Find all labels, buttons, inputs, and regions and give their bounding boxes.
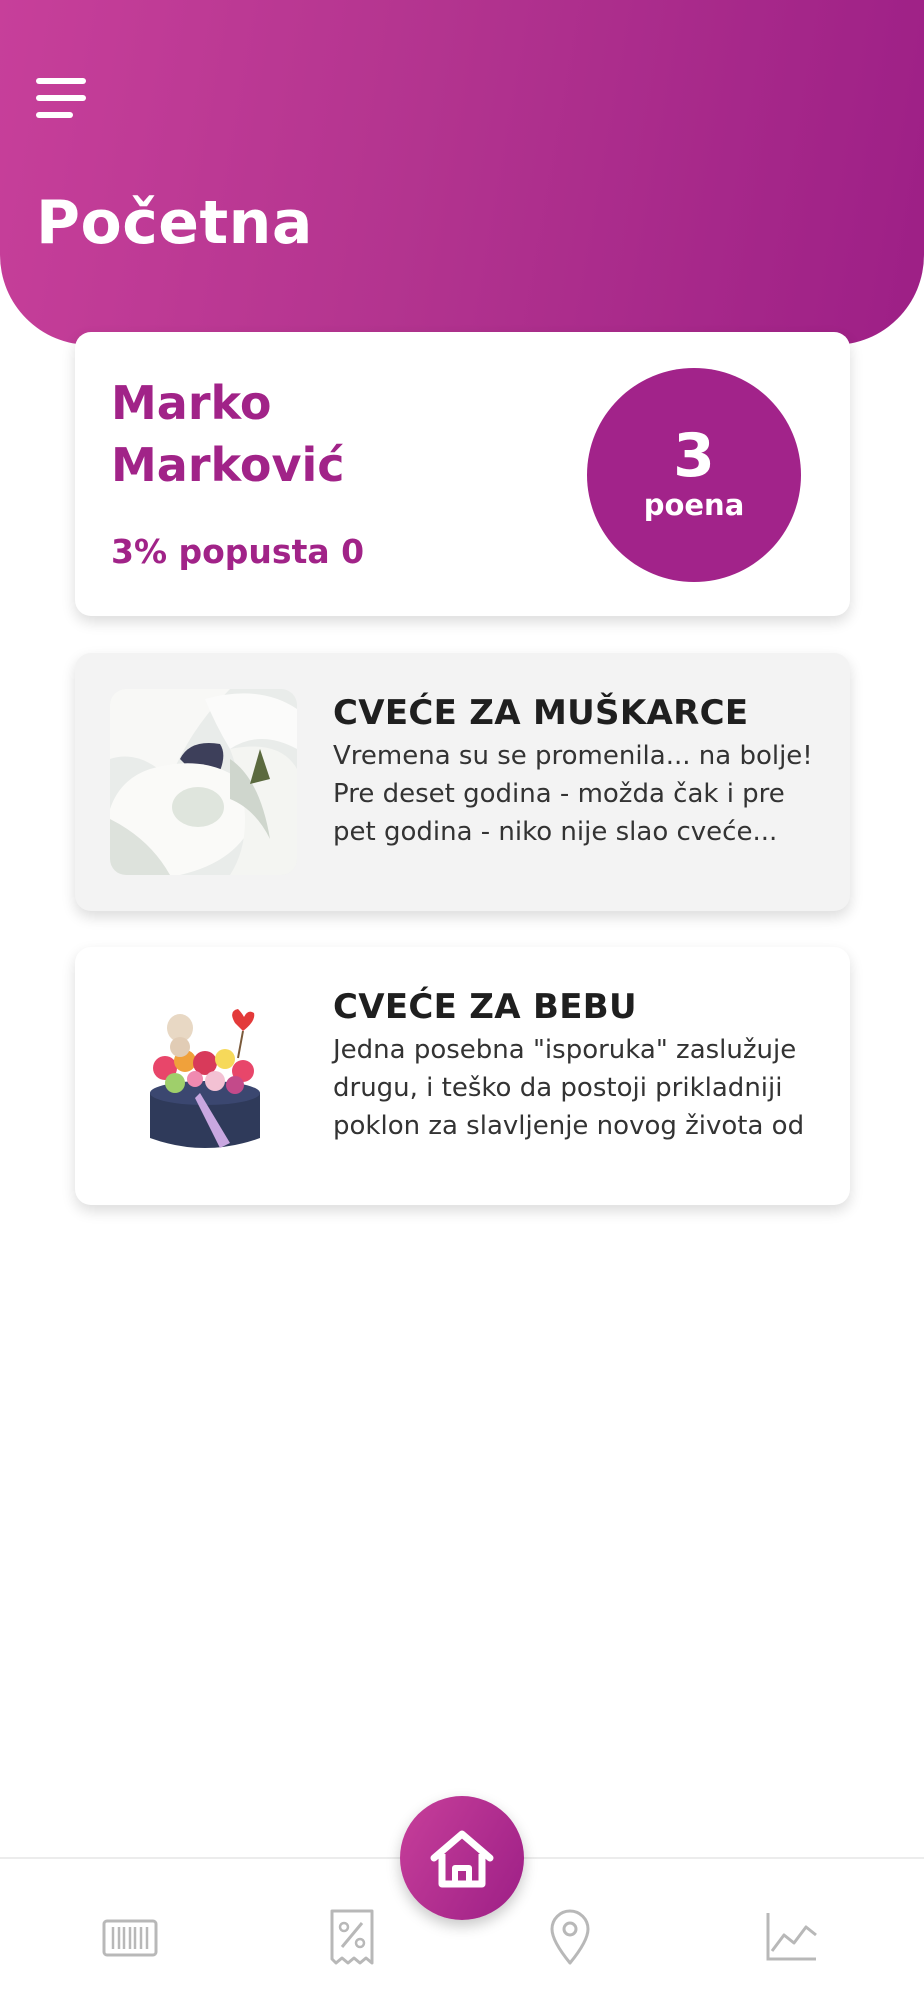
points-label: poena <box>643 488 745 522</box>
location-pin-icon[interactable] <box>540 1907 600 1967</box>
article-thumbnail <box>110 983 297 1169</box>
menu-button[interactable] <box>30 70 92 130</box>
user-last-name: Marković <box>111 438 345 492</box>
calla-lilies-image <box>110 689 297 875</box>
article-card[interactable]: CVEĆE ZA BEBU Jedna posebna "isporuka" z… <box>75 947 850 1205</box>
article-excerpt: Vremena su se promenila... na bolje! Pre… <box>333 741 813 847</box>
home-button[interactable] <box>400 1796 524 1920</box>
hamburger-line <box>36 95 86 101</box>
article-title: CVEĆE ZA MUŠKARCE <box>333 693 749 733</box>
user-first-name: Marko <box>111 376 272 430</box>
article-title: CVEĆE ZA BEBU <box>333 987 637 1027</box>
flower-box-image <box>110 983 297 1169</box>
chart-icon[interactable] <box>762 1907 822 1967</box>
discount-text: 3% popusta 0 <box>111 532 365 571</box>
hamburger-icon <box>36 78 86 84</box>
user-name: Marko Marković <box>111 372 411 496</box>
article-excerpt: Jedna posebna "isporuka" zaslužuje drugu… <box>333 1035 805 1141</box>
points-value: 3 <box>673 421 715 491</box>
home-icon <box>430 1830 494 1888</box>
discount-icon[interactable] <box>322 1907 382 1967</box>
article-card[interactable]: CVEĆE ZA MUŠKARCE Vremena su se promenil… <box>75 653 850 911</box>
hamburger-line <box>36 112 73 118</box>
profile-card: Marko Marković 3% popusta 0 3 poena <box>75 332 850 616</box>
app-header: Početna <box>0 0 924 345</box>
page-title: Početna <box>36 188 313 258</box>
points-badge: 3 poena <box>587 368 801 582</box>
barcode-icon[interactable] <box>100 1907 160 1967</box>
article-thumbnail <box>110 689 297 875</box>
